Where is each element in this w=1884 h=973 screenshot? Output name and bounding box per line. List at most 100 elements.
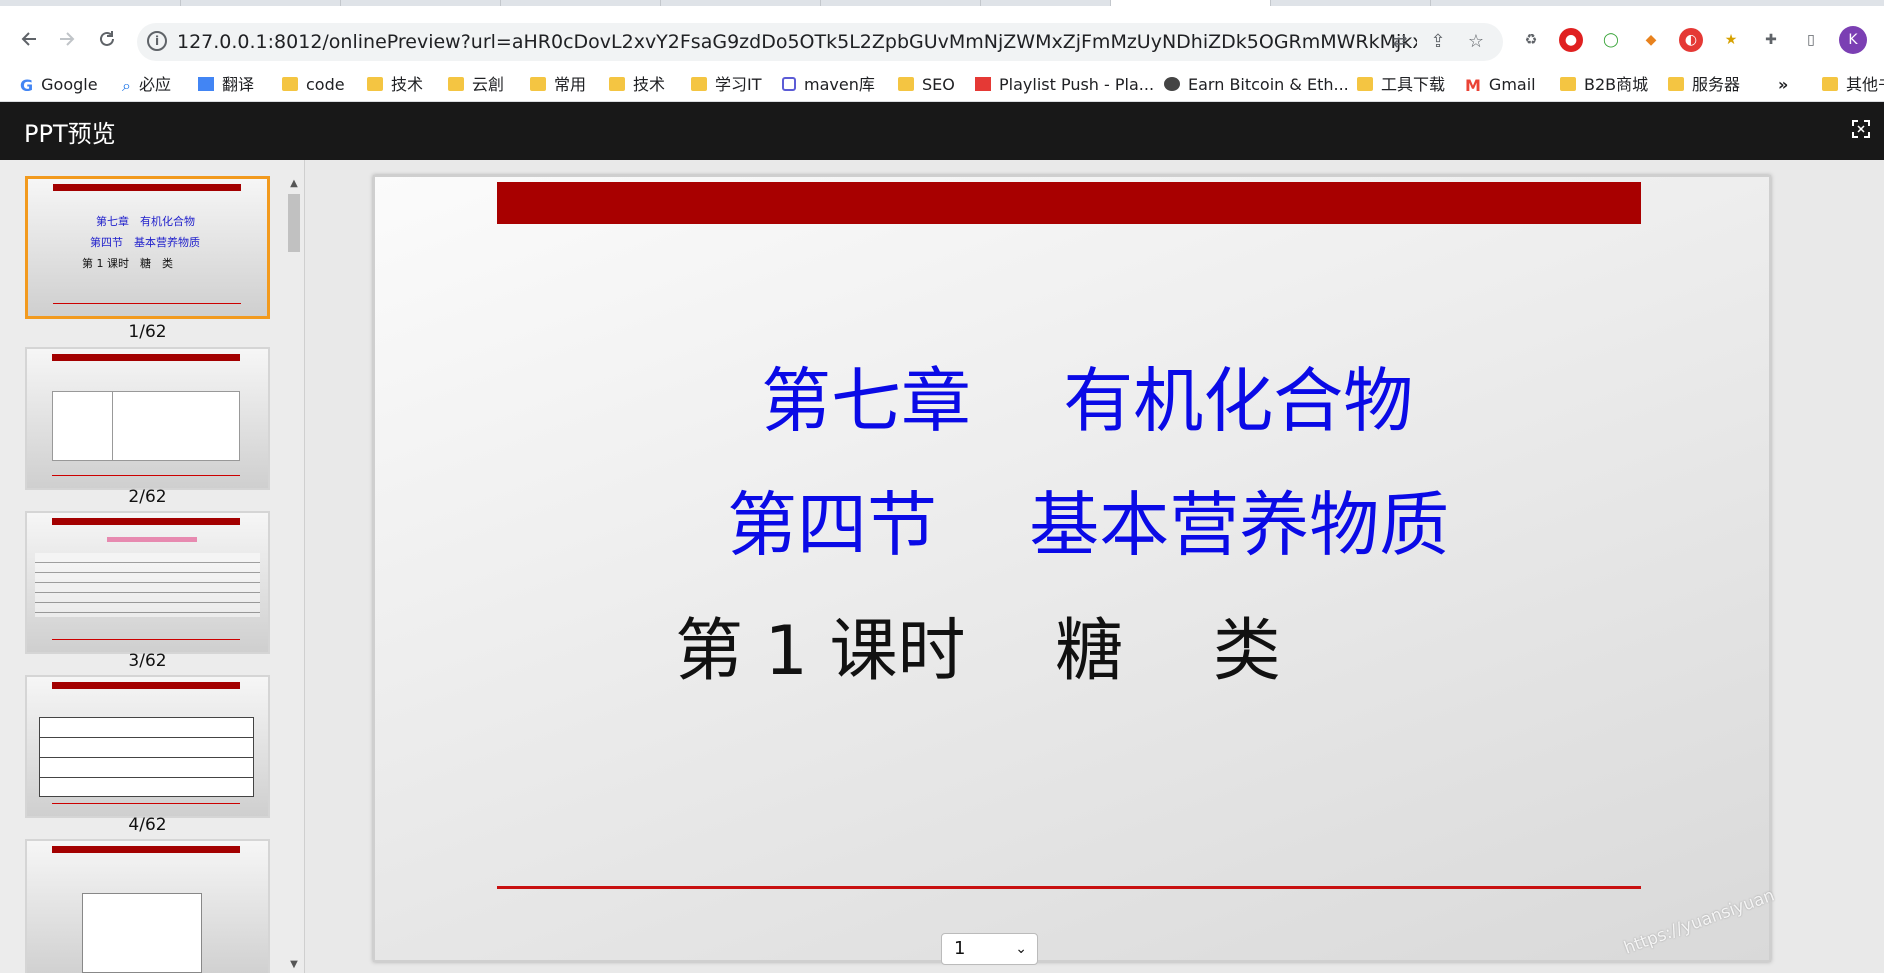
folder-icon (609, 77, 625, 91)
bookmark-label: 服务器 (1692, 75, 1741, 94)
slide-chapter-title: 第七章 有机化合物 (761, 360, 1414, 442)
thumbnail-sidebar[interactable]: 第七章 有机化合物 第四节 基本营养物质 第 1 课时 糖 类 1/62 2/6… (0, 160, 305, 973)
address-bar[interactable]: i 127.0.0.1:8012/onlinePreview?url=aHR0c… (137, 23, 1503, 61)
forward-button[interactable] (54, 28, 80, 54)
yellow-extension-icon[interactable]: ★ (1719, 28, 1743, 52)
thumbnail-text: 第七章 有机化合物 (96, 215, 195, 228)
bookmark-maven[interactable]: maven库 (782, 68, 875, 102)
maven-icon (782, 77, 796, 91)
bookmark-folder-common[interactable]: 常用 (530, 68, 586, 102)
bookmark-gmail[interactable]: M Gmail (1465, 68, 1536, 102)
green-extension-icon[interactable]: ◯ (1599, 28, 1623, 52)
thumbnail-slide-5[interactable] (25, 839, 270, 973)
thumbnail-header-bar (52, 354, 240, 361)
thumbnail-text-block (35, 553, 260, 617)
arrow-right-icon (60, 32, 75, 46)
fullscreen-icon[interactable] (1852, 120, 1870, 138)
metamask-icon[interactable]: ◆ (1639, 28, 1663, 52)
folder-icon (282, 77, 298, 91)
bookmark-google[interactable]: G Google (20, 68, 98, 102)
profile-avatar[interactable]: K (1839, 26, 1867, 54)
pokeball-icon[interactable]: ◐ (1679, 28, 1703, 52)
bookmark-folder-learn-it[interactable]: 学习IT (691, 68, 762, 102)
thumbnail-page-number: 3/62 (128, 651, 167, 671)
thumbnail-slide-4[interactable] (25, 675, 270, 818)
folder-icon (1357, 77, 1373, 91)
thumbnail-text: 第四节 基本营养物质 (90, 236, 200, 249)
bookmark-label: 工具下载 (1381, 75, 1446, 94)
side-panel-icon[interactable]: ▯ (1799, 28, 1823, 52)
bookmarks-overflow-button[interactable]: » (1778, 68, 1788, 102)
watermark: https://yuansiyuan (1621, 885, 1778, 959)
playlist-icon (975, 77, 991, 91)
thumbnail-image (82, 893, 202, 973)
folder-icon (1560, 77, 1576, 91)
bookmark-label: 必应 (138, 75, 171, 94)
bookmark-folder-tech-2[interactable]: 技术 (609, 68, 665, 102)
scroll-down-arrow-icon[interactable]: ▼ (289, 959, 299, 970)
bookmark-folder-tech[interactable]: 技术 (367, 68, 423, 102)
bookmark-label: SEO (922, 75, 955, 94)
translate-page-icon[interactable]: ⇄ (1389, 31, 1411, 53)
bookmark-label: Playlist Push - Pla... (999, 75, 1155, 94)
reload-button[interactable] (94, 28, 120, 54)
bookmark-playlist-push[interactable]: Playlist Push - Pla... (975, 68, 1154, 102)
bookmark-folder-seo[interactable]: SEO (898, 68, 955, 102)
bookmark-star-icon[interactable]: ☆ (1465, 31, 1487, 53)
folder-icon (530, 77, 546, 91)
folder-icon (898, 77, 914, 91)
share-icon[interactable]: ⇪ (1427, 31, 1449, 53)
thumbnail-table-graphic (39, 717, 254, 797)
thumbnail-header-bar (52, 682, 240, 689)
thumbnail-scrollbar[interactable]: ▲ ▼ (285, 178, 303, 973)
search-icon: ⌕ (122, 76, 131, 95)
browser-toolbar: i 127.0.0.1:8012/onlinePreview?url=aHR0c… (0, 6, 1884, 68)
thumbnail-slide-3[interactable] (25, 511, 270, 654)
thumbnail-footer-line (53, 303, 241, 304)
chevron-down-icon: ⌄ (1015, 941, 1027, 957)
bookmark-folder-code[interactable]: code (282, 68, 345, 102)
scrollbar-thumb[interactable] (288, 194, 300, 252)
thumbnail-page-number: 4/62 (128, 815, 167, 835)
thumbnail-table-divider (112, 391, 113, 461)
thumbnail-subheader-bar (107, 537, 197, 542)
bookmark-label: 技术 (633, 75, 666, 94)
thumbnail-slide-1[interactable]: 第七章 有机化合物 第四节 基本营养物质 第 1 课时 糖 类 (25, 176, 270, 319)
page-select[interactable]: 1 ⌄ (941, 933, 1038, 965)
recycle-extension-icon[interactable]: ♻ (1519, 28, 1543, 52)
bookmark-folder-b2b[interactable]: B2B商城 (1560, 68, 1648, 102)
preview-area: 第七章 有机化合物 第四节 基本营养物质 第 1 课时 糖 类 1/62 2/6… (0, 160, 1884, 973)
thumbnail-header-bar (53, 184, 241, 191)
thumbnail-header-bar (52, 846, 240, 853)
bookmark-label: Earn Bitcoin & Eth... (1188, 75, 1349, 94)
scroll-up-arrow-icon[interactable]: ▲ (289, 178, 299, 189)
red-extension-icon[interactable]: ● (1559, 28, 1583, 52)
thumbnail-page-number: 1/62 (128, 322, 167, 342)
bookmark-folder-server[interactable]: 服务器 (1668, 68, 1740, 102)
bookmark-earn-bitcoin[interactable]: Earn Bitcoin & Eth... (1164, 68, 1349, 102)
bookmark-label: 学习IT (715, 75, 762, 94)
bookmark-label: 技术 (391, 75, 424, 94)
bookmark-translate[interactable]: 翻译 (198, 68, 254, 102)
thumbnail-footer-line (52, 803, 240, 804)
thumbnail-slide-2[interactable] (25, 347, 270, 490)
thumbnail-text: 第 1 课时 糖 类 (82, 257, 173, 270)
google-icon: G (20, 76, 34, 95)
extensions-puzzle-icon[interactable]: ✚ (1759, 28, 1783, 52)
folder-icon (1822, 77, 1838, 91)
back-button[interactable] (16, 28, 42, 54)
app-header: PPT预览 (0, 102, 1884, 160)
bookmark-folder-tools[interactable]: 工具下载 (1357, 68, 1445, 102)
folder-icon (448, 77, 464, 91)
bookmark-folder-yunchuang[interactable]: 云創 (448, 68, 504, 102)
bookmark-other-folder[interactable]: 其他书 (1822, 68, 1884, 102)
bookmark-label: 常用 (554, 75, 587, 94)
thumbnail-page-number: 2/62 (128, 487, 167, 507)
site-info-icon[interactable]: i (147, 31, 167, 51)
bookmark-label: Google (41, 75, 98, 94)
gmail-icon: M (1465, 76, 1481, 95)
app-title: PPT预览 (24, 120, 116, 148)
address-url[interactable]: 127.0.0.1:8012/onlinePreview?url=aHR0cDo… (177, 31, 1417, 53)
folder-icon (367, 77, 383, 91)
bookmark-bing[interactable]: ⌕ 必应 (122, 68, 171, 102)
